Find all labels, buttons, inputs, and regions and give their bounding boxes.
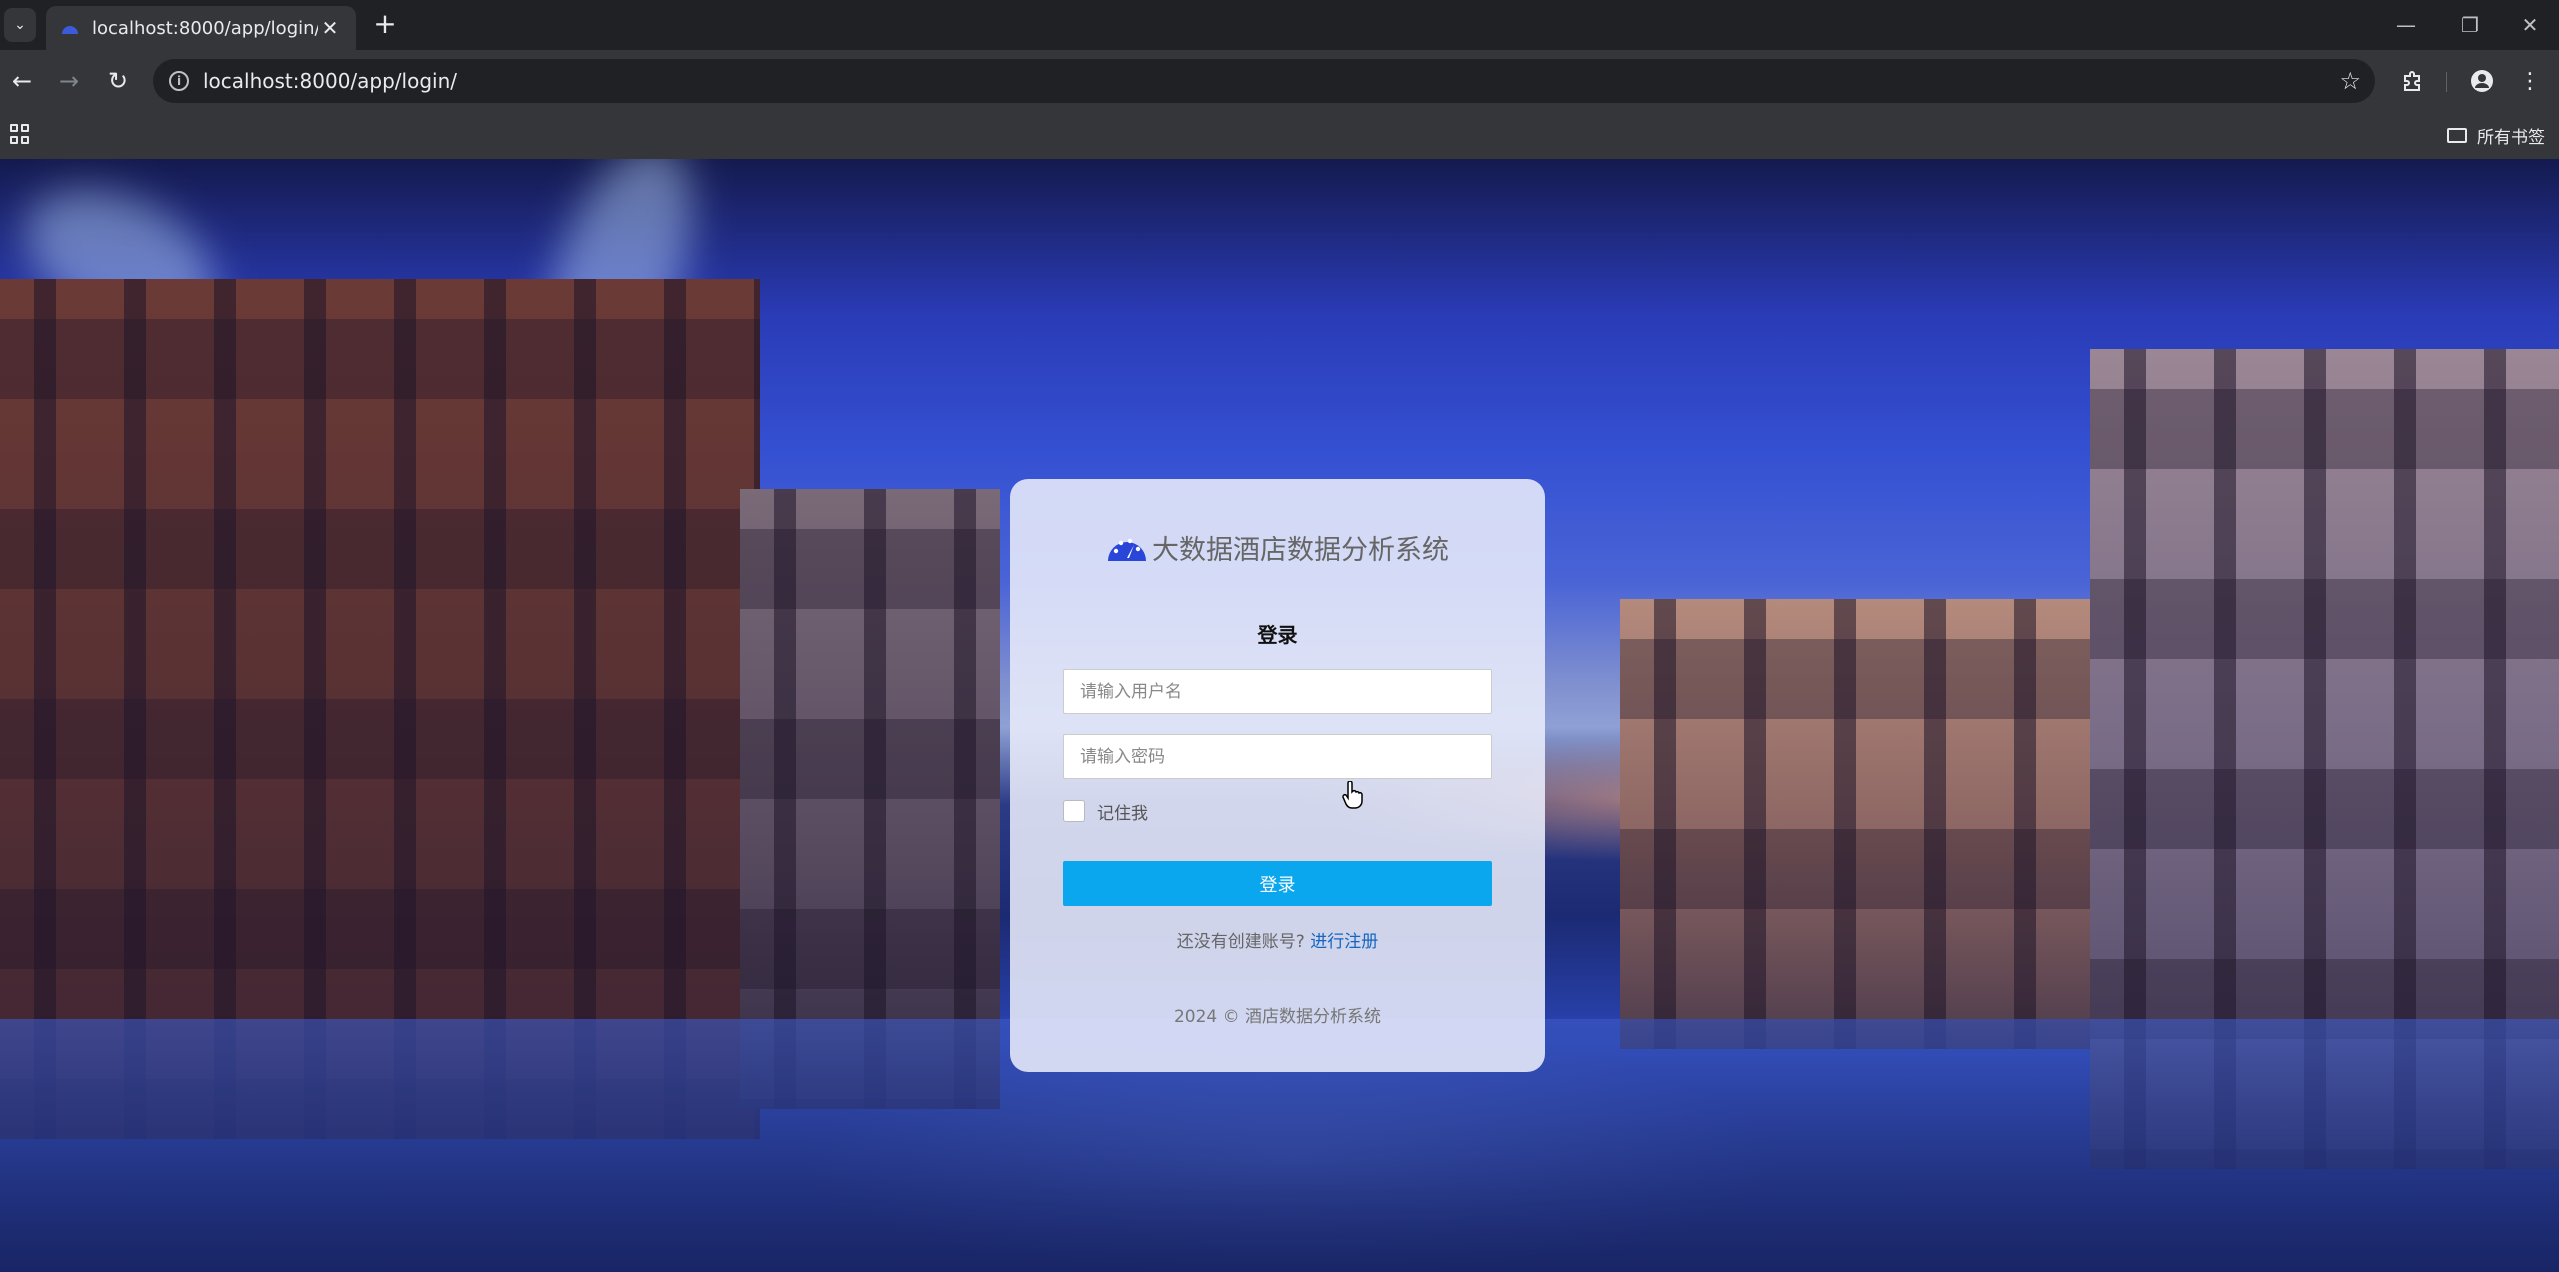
all-bookmarks-button[interactable]: 所有书签 — [2447, 122, 2545, 148]
forward-arrow-icon[interactable]: → — [50, 62, 88, 100]
password-input[interactable] — [1063, 734, 1492, 779]
minimize-window-icon[interactable]: — — [2376, 8, 2436, 42]
register-prompt: 还没有创建账号? — [1176, 932, 1305, 952]
reload-icon[interactable]: ↻ — [99, 62, 137, 100]
register-row: 还没有创建账号? 进行注册 — [1010, 927, 1545, 952]
folder-icon — [2447, 127, 2467, 143]
browser-tab[interactable]: localhost:8000/app/login/ ✕ — [46, 6, 356, 50]
hand-pointer-icon — [1342, 781, 1363, 809]
brand-header: 大数据酒店数据分析系统 — [1010, 529, 1545, 566]
close-window-icon[interactable]: ✕ — [2500, 8, 2559, 42]
new-tab-button[interactable]: + — [370, 10, 400, 40]
toolbar-separator — [2446, 72, 2447, 92]
remember-me-label[interactable]: 记住我 — [1097, 799, 1148, 824]
site-info-icon[interactable]: i — [169, 71, 189, 91]
browser-menu-icon[interactable]: ⋮ — [2511, 62, 2549, 100]
login-heading: 登录 — [1257, 623, 1298, 647]
browser-tabstrip: ⌄ localhost:8000/app/login/ ✕ + — ❐ ✕ — [0, 0, 2559, 50]
restore-window-icon[interactable]: ❐ — [2440, 8, 2500, 42]
address-bar[interactable]: i localhost:8000/app/login/ ☆ — [153, 59, 2375, 103]
login-card: 大数据酒店数据分析系统 登录 记住我 登录 还没有创建账号? 进行注册 2024… — [1010, 479, 1545, 1072]
remember-me-checkbox[interactable] — [1063, 800, 1085, 822]
page-viewport: 大数据酒店数据分析系统 登录 记住我 登录 还没有创建账号? 进行注册 2024… — [0, 159, 2559, 1272]
profile-avatar-icon[interactable] — [2463, 62, 2501, 100]
tab-search-chevron-icon[interactable]: ⌄ — [4, 8, 36, 42]
address-bar-url[interactable]: localhost:8000/app/login/ — [203, 69, 457, 93]
tab-title: localhost:8000/app/login/ — [92, 17, 318, 39]
dashboard-gauge-icon — [1108, 538, 1146, 561]
username-input[interactable] — [1063, 669, 1492, 714]
register-link[interactable]: 进行注册 — [1310, 932, 1378, 952]
back-arrow-icon[interactable]: ← — [3, 62, 41, 100]
all-bookmarks-label: 所有书签 — [2477, 127, 2545, 148]
building-right-middle — [1620, 599, 2120, 1049]
remember-me-row: 记住我 — [1063, 799, 1148, 824]
bookmarks-bar: 所有书签 — [0, 112, 2559, 159]
bookmark-star-icon[interactable]: ☆ — [2339, 67, 2361, 95]
brand-title: 大数据酒店数据分析系统 — [1152, 534, 1449, 566]
browser-toolbar: ← → ↻ i localhost:8000/app/login/ ☆ ⋮ — [0, 50, 2559, 112]
footer-copyright: 2024 © 酒店数据分析系统 — [1173, 1007, 1382, 1027]
tab-favicon-icon — [60, 20, 80, 36]
extensions-puzzle-icon[interactable] — [2393, 62, 2431, 100]
tab-close-icon[interactable]: ✕ — [318, 16, 342, 40]
login-button[interactable]: 登录 — [1063, 861, 1492, 906]
palazzo-left — [0, 279, 760, 1139]
building-left-middle — [740, 489, 1000, 1109]
apps-grid-icon[interactable] — [10, 124, 30, 144]
